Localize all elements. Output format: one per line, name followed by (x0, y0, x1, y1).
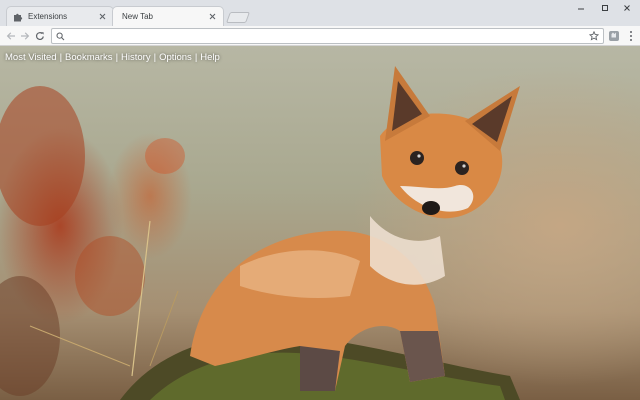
puzzle-icon (14, 13, 23, 21)
arrow-right-icon (21, 32, 30, 40)
menu-dot (630, 35, 632, 37)
nav-link-bookmarks[interactable]: Bookmarks (65, 52, 113, 63)
close-icon (99, 13, 105, 20)
tab-close-button[interactable] (97, 12, 107, 22)
tab-title: Extensions (28, 12, 68, 21)
tab-new-tab[interactable]: New Tab (112, 6, 224, 26)
nav-link-options[interactable]: Options (159, 52, 192, 63)
tab-extensions[interactable]: Extensions (6, 6, 114, 26)
close-icon (209, 13, 215, 20)
arrow-left-icon (6, 32, 15, 40)
close-icon (624, 5, 630, 11)
maximize-icon (602, 5, 608, 11)
tab-title: New Tab (122, 12, 153, 21)
reload-button[interactable] (33, 29, 47, 43)
close-window-button[interactable] (614, 0, 640, 16)
new-tab-page: Most Visited | Bookmarks | History | Options | H… (0, 46, 640, 400)
browser-toolbar (0, 26, 640, 46)
nav-separator: | (59, 52, 63, 63)
nav-separator: | (194, 52, 198, 63)
back-button[interactable] (4, 29, 18, 43)
tab-close-button[interactable] (207, 12, 217, 22)
nav-separator: | (115, 52, 119, 63)
tab-strip: Extensions New Tab (0, 0, 640, 26)
background-image (0, 66, 520, 400)
nav-link-history[interactable]: History (121, 52, 151, 63)
menu-dot (630, 39, 632, 41)
nav-link-help[interactable]: Help (200, 52, 220, 63)
search-icon (56, 32, 65, 41)
nav-separator: | (153, 52, 157, 63)
forward-button[interactable] (18, 29, 32, 43)
new-tab-button[interactable] (225, 12, 251, 23)
minimize-button[interactable] (568, 0, 594, 16)
menu-button[interactable] (626, 29, 636, 43)
address-bar[interactable] (51, 28, 604, 44)
star-icon[interactable] (589, 31, 599, 41)
nav-link-most-visited[interactable]: Most Visited (5, 52, 57, 63)
page-nav: Most Visited | Bookmarks | History | Options | H… (5, 52, 220, 63)
minimize-icon (578, 8, 584, 10)
extension-icon[interactable] (607, 29, 621, 43)
reload-icon (35, 32, 44, 41)
address-input[interactable] (68, 30, 588, 42)
menu-dot (630, 31, 632, 33)
